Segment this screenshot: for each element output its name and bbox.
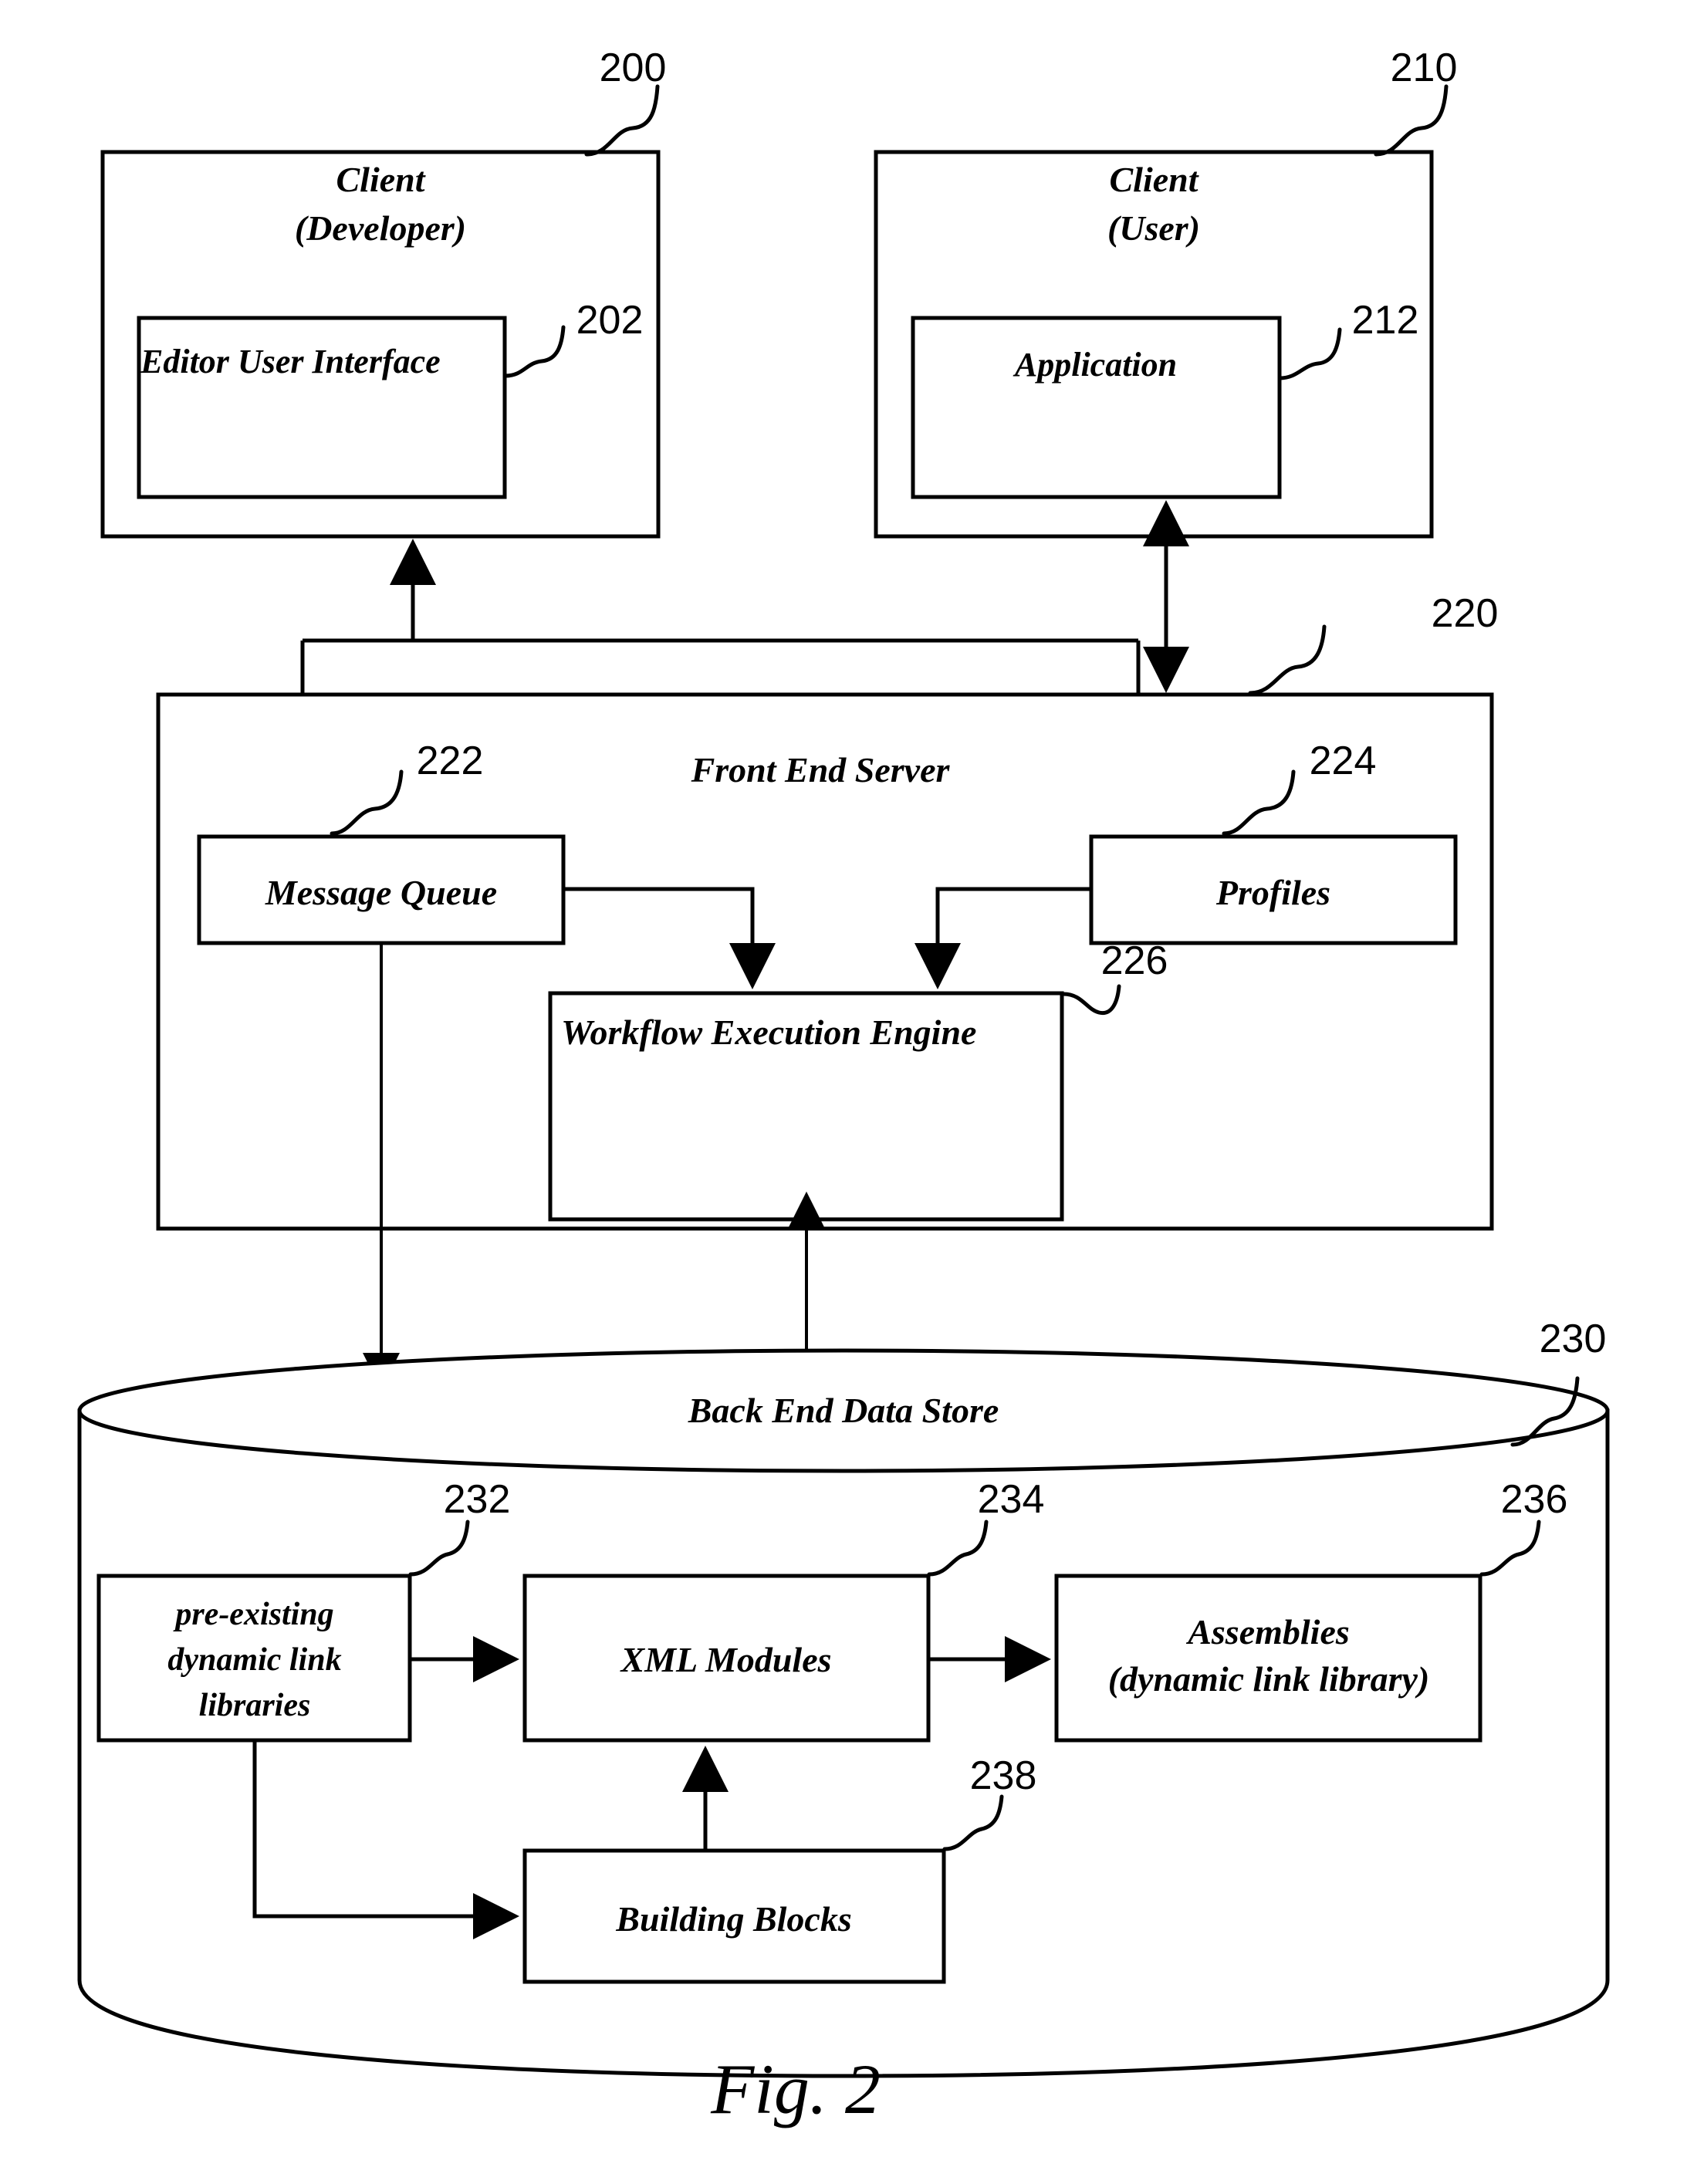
ref-238-label: 238 <box>970 1753 1037 1798</box>
workflow-execution-engine-label: Workflow Execution Engine <box>561 1013 976 1052</box>
ref-230-label: 230 <box>1540 1317 1607 1361</box>
profiles-label: Profiles <box>1215 873 1330 912</box>
ref-232-label: 232 <box>444 1477 511 1522</box>
pre-existing-dlls-label-line3: libraries <box>199 1688 311 1723</box>
application-label: Application <box>1013 346 1177 384</box>
assemblies-label-line2: (dynamic link library) <box>1108 1659 1430 1699</box>
client-developer-title-line1: Client <box>336 160 425 199</box>
client-user-title-line2: (User) <box>1107 208 1200 248</box>
ref-226-label: 226 <box>1101 938 1168 983</box>
building-blocks-label: Building Blocks <box>615 1899 851 1939</box>
ref-236-label: 236 <box>1501 1477 1568 1522</box>
ref-234-label: 234 <box>978 1477 1045 1522</box>
pre-existing-dlls-label-line1: pre-existing <box>173 1597 333 1632</box>
application-box <box>911 316 1282 499</box>
client-developer-title-line2: (Developer) <box>295 208 466 248</box>
assemblies-box <box>1054 1574 1482 1743</box>
ref-224-label: 224 <box>1310 739 1377 783</box>
editor-user-interface-label: Editor User Interface <box>140 343 441 380</box>
ref-220-leader <box>1248 624 1327 695</box>
ref-200-leader <box>584 84 660 157</box>
back-end-data-store-label: Back End Data Store <box>688 1391 999 1430</box>
client-user-title-line1: Client <box>1109 160 1198 199</box>
figure-caption: Fig. 2 <box>710 2050 881 2128</box>
ref-222-label: 222 <box>417 739 484 783</box>
ref-210-label: 210 <box>1391 46 1458 90</box>
message-queue-label: Message Queue <box>265 873 497 912</box>
ref-212-label: 212 <box>1352 298 1419 343</box>
front-end-server-label: Front End Server <box>691 750 951 789</box>
patent-figure-2: Client (Developer) 200 Editor User Inter… <box>77 46 1610 2128</box>
ref-220-label: 220 <box>1432 591 1499 636</box>
ref-200-label: 200 <box>600 46 667 90</box>
assemblies-label-line1: Assemblies <box>1185 1612 1350 1652</box>
pre-existing-dlls-label-line2: dynamic link <box>167 1642 341 1678</box>
figure-page: Client (Developer) 200 Editor User Inter… <box>0 0 1687 2184</box>
ref-210-leader <box>1374 84 1449 157</box>
ref-202-label: 202 <box>576 298 644 343</box>
xml-modules-label: XML Modules <box>619 1640 831 1679</box>
